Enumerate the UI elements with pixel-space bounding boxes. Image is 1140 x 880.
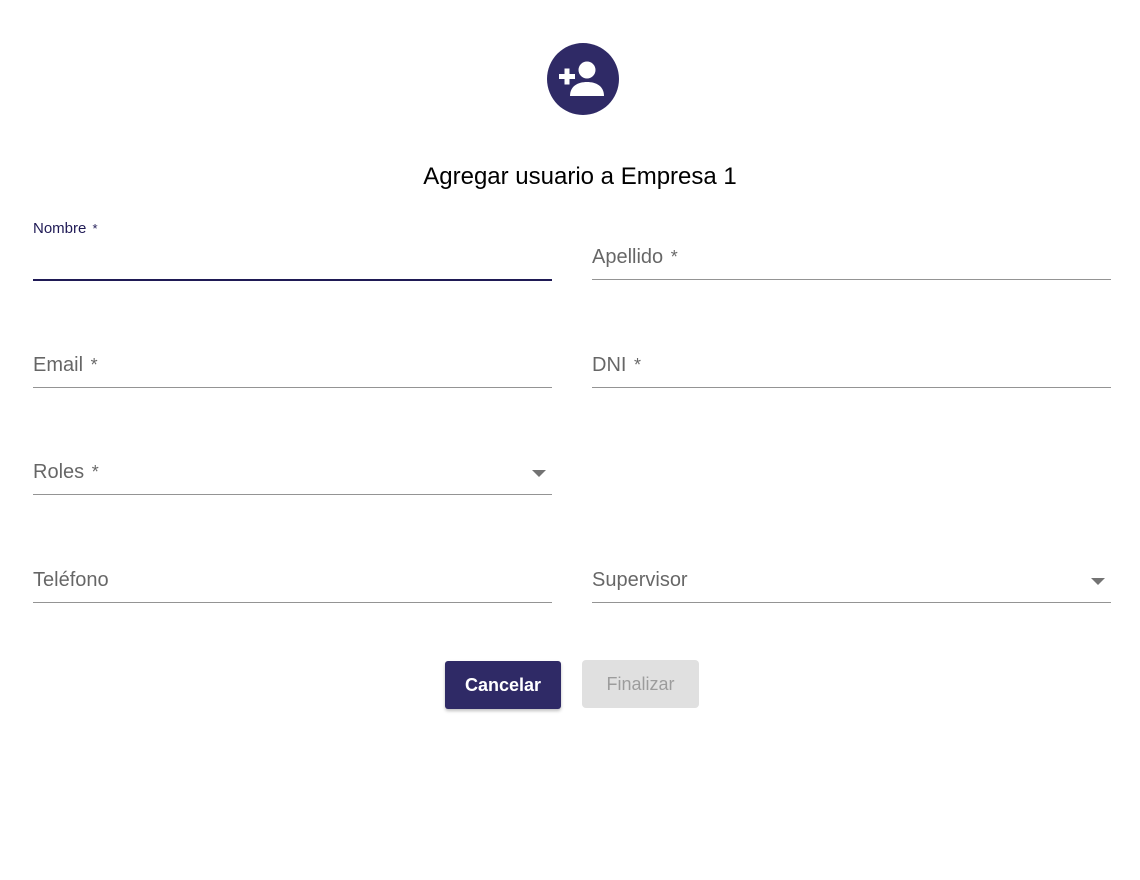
apellido-field[interactable]: Apellido *	[592, 218, 1111, 288]
email-required-mark: *	[90, 355, 98, 375]
dni-underline	[592, 387, 1111, 388]
supervisor-underline	[592, 602, 1111, 603]
email-underline	[33, 387, 552, 388]
supervisor-select[interactable]: Supervisor	[592, 541, 1111, 611]
nombre-label-text: Nombre	[33, 220, 87, 237]
supervisor-label: Supervisor	[592, 569, 688, 592]
nombre-required-mark: *	[92, 221, 98, 236]
cancel-button[interactable]: Cancelar	[445, 661, 561, 709]
roles-underline	[33, 494, 552, 495]
telefono-field[interactable]: Teléfono	[33, 541, 552, 611]
page-title: Agregar usuario a Empresa 1	[423, 163, 737, 190]
apellido-label-text: Apellido	[592, 246, 664, 268]
nombre-input[interactable]	[33, 248, 552, 274]
dni-label-text: DNI	[592, 354, 627, 376]
add-user-avatar	[547, 43, 619, 115]
telefono-label: Teléfono	[33, 569, 109, 592]
telefono-label-text: Teléfono	[33, 569, 109, 591]
roles-chevron-down-icon[interactable]	[532, 470, 546, 477]
roles-label: Roles *	[33, 461, 99, 484]
finish-button[interactable]: Finalizar	[582, 660, 699, 708]
nombre-underline	[33, 279, 552, 281]
roles-required-mark: *	[91, 462, 99, 482]
apellido-label: Apellido *	[592, 246, 678, 269]
roles-label-text: Roles	[33, 461, 85, 483]
supervisor-chevron-down-icon[interactable]	[1091, 578, 1105, 585]
apellido-underline	[592, 279, 1111, 280]
add-user-icon	[559, 61, 604, 96]
dni-field[interactable]: DNI *	[592, 326, 1111, 396]
nombre-label: Nombre *	[33, 220, 98, 237]
email-label-text: Email	[33, 354, 84, 376]
email-label: Email *	[33, 354, 98, 377]
nombre-field[interactable]: Nombre *	[33, 218, 552, 288]
dni-required-mark: *	[634, 355, 642, 375]
roles-select[interactable]: Roles *	[33, 433, 552, 503]
telefono-underline	[33, 602, 552, 603]
supervisor-label-text: Supervisor	[592, 569, 688, 591]
apellido-required-mark: *	[670, 247, 678, 267]
dni-label: DNI *	[592, 354, 641, 377]
email-field[interactable]: Email *	[33, 326, 552, 396]
